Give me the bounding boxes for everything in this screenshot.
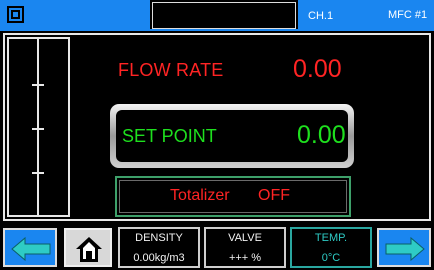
temperature-value: 0°C <box>321 252 341 264</box>
home-icon <box>76 237 102 262</box>
valve-value: +++ % <box>228 252 262 264</box>
density-display: DENSITY 0.00kg/m3 <box>118 227 200 268</box>
channel-label: CH.1 <box>308 10 334 22</box>
device-label: MFC #1 <box>388 9 428 21</box>
totalizer-button-face[interactable] <box>119 180 347 213</box>
density-value: 0.00kg/m3 <box>133 252 185 264</box>
set-point-label: SET POINT <box>122 126 217 146</box>
temperature-title: TEMP. <box>314 232 348 244</box>
status-display <box>152 2 296 29</box>
arrow-left-icon <box>11 236 51 262</box>
density-title: DENSITY <box>135 232 183 244</box>
gauge-tick <box>32 172 44 174</box>
valve-title: VALVE <box>228 232 262 244</box>
flow-rate-value: 0.00 <box>293 55 342 83</box>
arrow-right-icon <box>385 236 425 262</box>
flow-rate-label: FLOW RATE <box>118 60 224 80</box>
home-button[interactable] <box>64 228 112 267</box>
forward-button[interactable] <box>377 228 431 267</box>
back-button[interactable] <box>3 228 57 267</box>
gauge-tick <box>32 84 44 86</box>
gauge-axis <box>37 37 39 215</box>
gauge-tick <box>32 128 44 130</box>
totalizer-label: Totalizer <box>170 187 230 204</box>
set-point-value: 0.00 <box>297 121 346 149</box>
top-bar-underline <box>0 29 434 31</box>
totalizer-state: OFF <box>258 187 290 204</box>
temperature-display: TEMP. 0°C <box>290 227 372 268</box>
valve-display: VALVE +++ % <box>204 227 286 268</box>
menu-icon[interactable] <box>7 6 24 23</box>
